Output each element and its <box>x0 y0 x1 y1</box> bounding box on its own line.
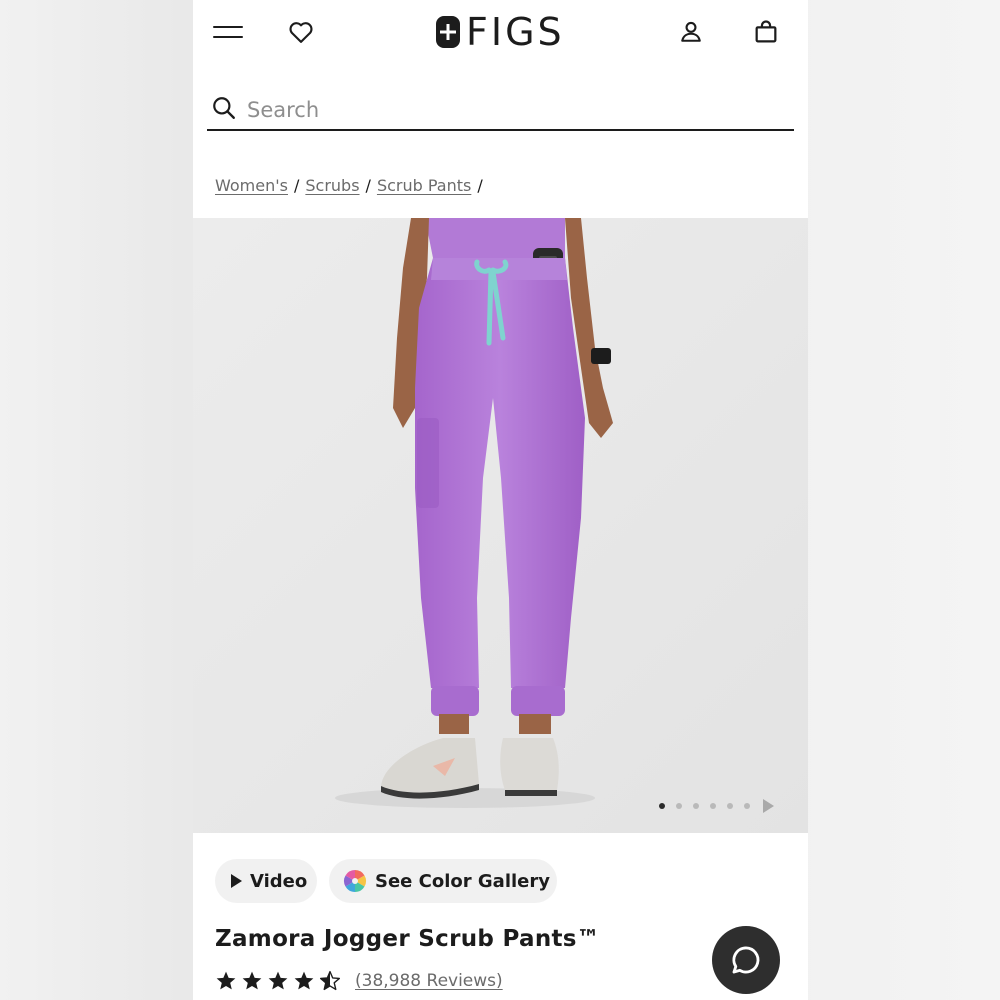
carousel-dots <box>659 799 774 813</box>
breadcrumb-link-scrubs[interactable]: Scrubs <box>305 176 359 195</box>
product-image[interactable] <box>193 218 808 833</box>
figs-logo[interactable]: FIGS <box>436 10 565 54</box>
chat-bubble-icon <box>732 946 760 974</box>
breadcrumb-link-scrub-pants[interactable]: Scrub Pants <box>377 176 471 195</box>
figs-logo-text: FIGS <box>466 10 565 54</box>
breadcrumb-separator: / <box>477 176 483 195</box>
chat-button[interactable] <box>712 926 780 994</box>
shopping-bag-icon[interactable] <box>752 18 780 46</box>
star-full-icon <box>294 971 314 990</box>
carousel-next-arrow-icon[interactable] <box>763 799 774 813</box>
product-title: Zamora Jogger Scrub Pants™ <box>215 926 601 952</box>
carousel-dot[interactable] <box>676 803 682 809</box>
user-icon[interactable] <box>677 18 705 46</box>
figs-logo-mark-icon <box>436 14 460 50</box>
star-full-icon <box>242 971 262 990</box>
carousel-dot-active[interactable] <box>659 803 665 809</box>
video-button[interactable]: Video <box>215 859 317 903</box>
breadcrumb-link-womens[interactable]: Women's <box>215 176 288 195</box>
color-gallery-button-label: See Color Gallery <box>375 870 550 892</box>
carousel-dot[interactable] <box>693 803 699 809</box>
search-bar[interactable] <box>207 88 794 131</box>
breadcrumb: Women's / Scrubs / Scrub Pants / <box>215 176 483 195</box>
carousel-dot[interactable] <box>744 803 750 809</box>
star-rating <box>215 970 341 992</box>
product-page: FIGS Women's / Scrubs / <box>193 0 808 1000</box>
star-full-icon <box>268 971 288 990</box>
star-half-icon <box>319 970 341 991</box>
video-button-label: Video <box>250 870 308 892</box>
star-full-icon <box>216 971 236 990</box>
play-icon <box>231 874 242 888</box>
carousel-dot[interactable] <box>727 803 733 809</box>
search-icon <box>211 95 237 121</box>
heart-icon[interactable] <box>287 18 315 46</box>
breadcrumb-separator: / <box>293 176 300 195</box>
product-rating: (38,988 Reviews) <box>215 970 503 992</box>
color-wheel-icon <box>343 869 367 893</box>
reviews-link[interactable]: (38,988 Reviews) <box>355 971 503 991</box>
hamburger-menu-icon[interactable] <box>213 22 243 42</box>
color-gallery-button[interactable]: See Color Gallery <box>329 859 557 903</box>
carousel-dot[interactable] <box>710 803 716 809</box>
site-header: FIGS <box>193 0 808 64</box>
breadcrumb-separator: / <box>365 176 371 195</box>
search-input[interactable] <box>245 92 789 128</box>
product-photo-illustration <box>193 218 808 833</box>
